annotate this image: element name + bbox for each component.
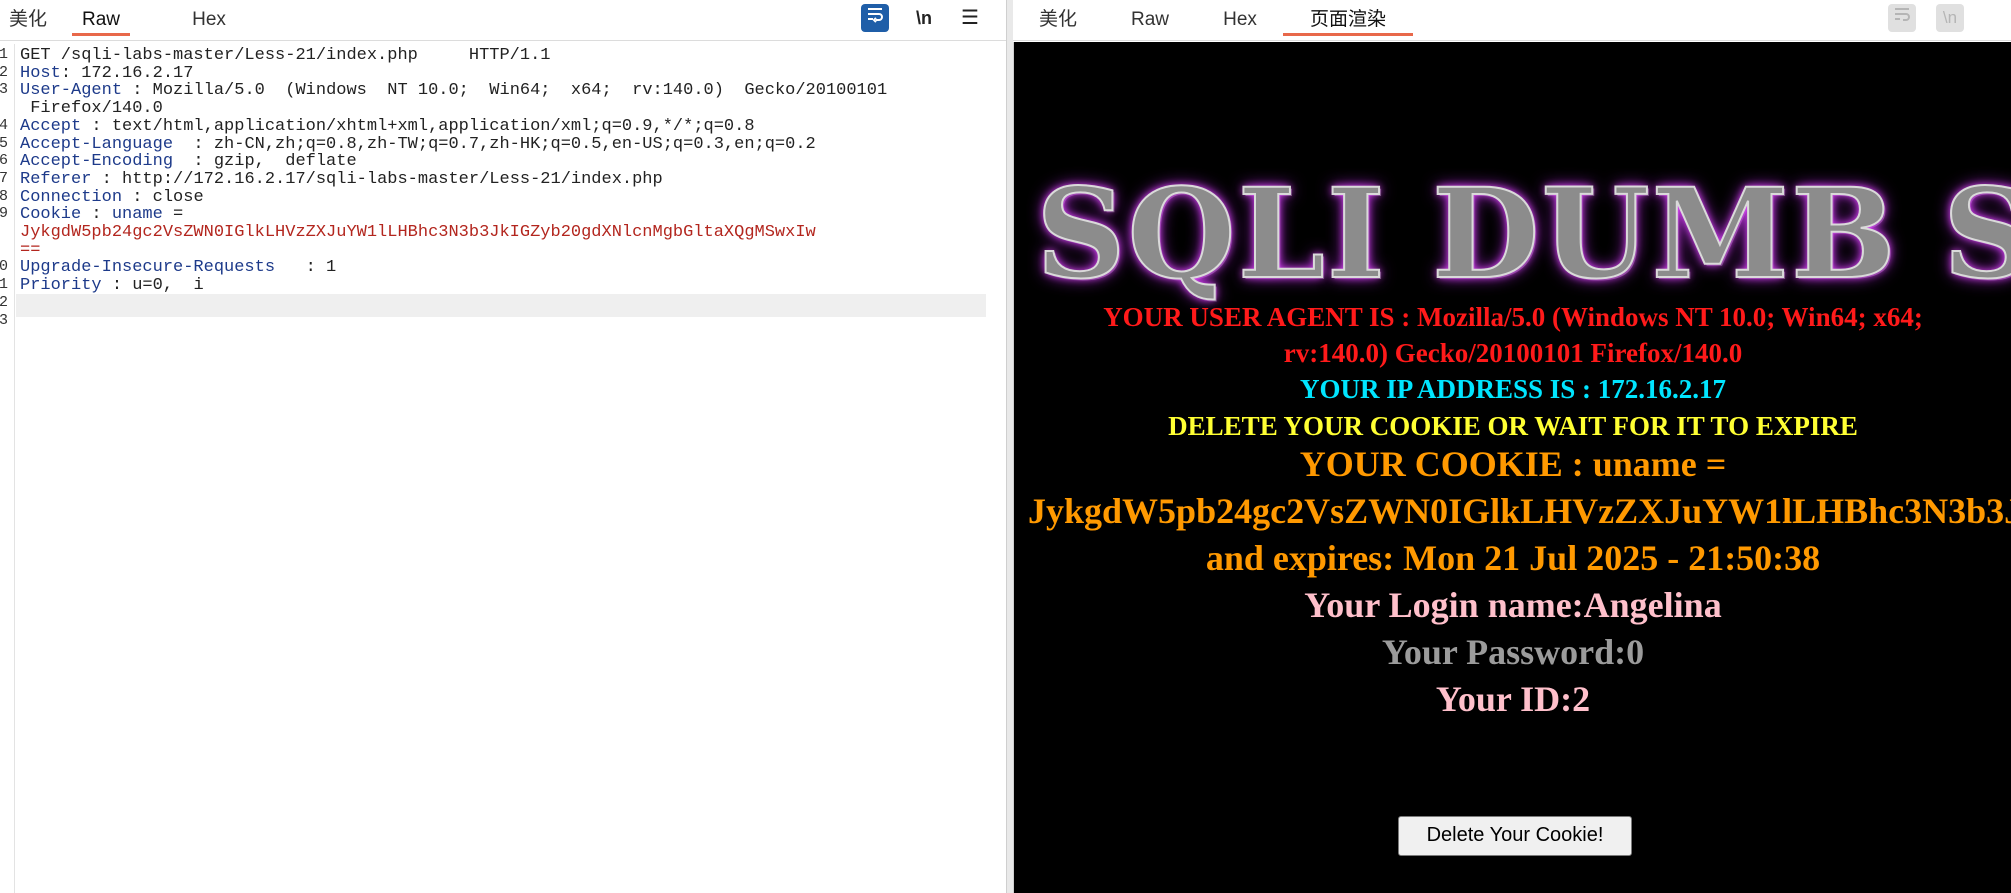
tab-render[interactable]: 页面渲染 xyxy=(1283,8,1413,36)
line-number: 5 xyxy=(0,134,8,152)
request-line: User-Agent : Mozilla/5.0 (Windows NT 10.… xyxy=(20,81,887,100)
line-text: Firefox/140.0 xyxy=(20,99,163,119)
header-name: Accept-Encoding xyxy=(20,152,174,172)
request-line: Accept-Language : zh-CN,zh;q=0.8,zh-TW;q… xyxy=(20,135,816,154)
sqli-dumb-banner: SQLI DUMB SERIES xyxy=(1035,161,2011,308)
wrap-lines-icon[interactable] xyxy=(861,4,889,32)
request-line: Cookie : uname = xyxy=(20,205,183,224)
tab-beautify[interactable]: 美化 xyxy=(1038,8,1078,36)
tab-hex[interactable]: Hex xyxy=(1216,8,1264,36)
tab-raw-label: Raw xyxy=(81,9,120,30)
user-agent-line-2: rv:140.0) Gecko/20100101 Firefox/140.0 xyxy=(1283,338,1743,368)
line-number: 9 xyxy=(0,205,8,223)
header-name: Host xyxy=(20,63,61,83)
tab-hex[interactable]: Hex xyxy=(185,8,233,36)
header-name: Upgrade-Insecure-Requests xyxy=(20,258,276,278)
header-name: Cookie xyxy=(20,205,82,225)
cookie-line-2: JykgdW5pb24gc2VsZWN0IGlkLHVzZXJuYW1lLHBh… xyxy=(1028,491,2011,531)
response-pane: 美化 Raw Hex 页面渲染 \n SQLI DUMB SERIES YOUR… xyxy=(1013,0,2011,893)
request-line: Connection : close xyxy=(20,188,204,207)
line-text: : gzip, deflate xyxy=(173,152,357,172)
line-number: 2 xyxy=(0,293,8,311)
request-line: Accept : text/html,application/xhtml+xml… xyxy=(20,117,755,136)
request-line: Upgrade-Insecure-Requests : 1 xyxy=(20,258,336,277)
response-tabbar: 美化 Raw Hex 页面渲染 \n xyxy=(1013,0,2011,41)
tab-raw[interactable]: Raw xyxy=(1126,8,1174,36)
user-agent-line-1: YOUR USER AGENT IS : Mozilla/5.0 (Window… xyxy=(1103,302,1923,332)
cookie-expires-text: and expires: Mon 21 Jul 2025 - 21:50:38 xyxy=(1205,538,1821,578)
show-newlines-icon[interactable]: \n xyxy=(1936,4,1964,32)
request-line: == xyxy=(20,241,40,260)
line-text: : text/html,application/xhtml+xml,applic… xyxy=(81,116,755,136)
tab-beautify[interactable]: 美化 xyxy=(8,8,48,36)
line-number: 8 xyxy=(0,187,8,205)
tab-raw[interactable]: Raw xyxy=(72,8,130,36)
header-name: Priority xyxy=(20,276,102,296)
request-line: Firefox/140.0 xyxy=(20,99,163,118)
line-number: 0 xyxy=(0,258,8,276)
line-text: : u=0, i xyxy=(101,276,204,296)
line-text: GET /sqli-labs-master/Less-21/index.php … xyxy=(20,46,551,65)
password-text: Your Password:0 xyxy=(1381,632,1645,672)
header-name: Accept-Language xyxy=(20,134,174,154)
request-line: GET /sqli-labs-master/Less-21/index.php … xyxy=(20,46,551,65)
request-tabbar: 美化 Raw Hex \n ☰ xyxy=(0,0,1006,41)
line-text: = xyxy=(162,205,184,225)
line-number: 7 xyxy=(0,169,8,187)
cookie-value: == xyxy=(20,240,41,260)
header-name: uname xyxy=(111,205,163,225)
line-number: 4 xyxy=(0,116,8,134)
login-name-text: Your Login name:Angelina xyxy=(1304,585,1722,625)
menu-icon[interactable]: ☰ xyxy=(956,4,984,32)
header-name: Connection xyxy=(20,187,123,207)
line-text: : zh-CN,zh;q=0.8,zh-TW;q=0.7,zh-HK;q=0.5… xyxy=(173,134,816,154)
line-number: 1 xyxy=(0,46,8,63)
active-tab-underline xyxy=(72,33,130,36)
line-number: 6 xyxy=(0,152,8,170)
line-number: 2 xyxy=(0,63,8,81)
user-id-text: Your ID:2 xyxy=(1435,679,1591,719)
request-pane: 美化 Raw Hex \n ☰ 1 GET /sqli-labs-master/L… xyxy=(0,0,1006,893)
header-name: User-Agent xyxy=(20,81,123,101)
header-name: Referer xyxy=(20,169,92,189)
line-number: 3 xyxy=(0,311,8,329)
line-number: 1 xyxy=(0,276,8,294)
request-line: Host: 172.16.2.17 xyxy=(20,64,193,83)
tab-render-label: 页面渲染 xyxy=(1309,9,1386,30)
show-newlines-icon[interactable]: \n xyxy=(910,4,938,32)
request-line: Priority : u=0, i xyxy=(20,276,204,295)
wrap-lines-icon[interactable] xyxy=(1888,4,1916,32)
request-editor[interactable]: 1 GET /sqli-labs-master/Less-21/index.php… xyxy=(0,44,1006,893)
line-text: : 172.16.2.17 xyxy=(60,63,194,83)
line-text: : Mozilla/5.0 (Windows NT 10.0; Win64; x… xyxy=(122,81,888,101)
cookie-line-1: YOUR COOKIE : uname = xyxy=(1299,444,1727,484)
current-line-highlight xyxy=(16,294,986,317)
request-line: JykgdW5pb24gc2VsZWN0IGlkLHVzZXJuYW1lLHBh… xyxy=(20,223,816,242)
line-text: : xyxy=(81,205,112,225)
line-number: 3 xyxy=(0,81,8,99)
line-text: : close xyxy=(122,187,204,207)
ip-address-text: YOUR IP ADDRESS IS : 172.16.2.17 xyxy=(1299,374,1727,404)
header-name: Accept xyxy=(20,116,82,136)
request-line: Referer : http://172.16.2.17/sqli-labs-m… xyxy=(20,170,663,189)
line-text: : http://172.16.2.17/sqli-labs-master/Le… xyxy=(91,169,663,189)
request-line: Accept-Encoding : gzip, deflate xyxy=(20,152,357,171)
active-tab-underline xyxy=(1283,33,1413,36)
cookie-value: JykgdW5pb24gc2VsZWN0IGlkLHVzZXJuYW1lLHBh… xyxy=(20,223,816,242)
delete-cookie-message: DELETE YOUR COOKIE OR WAIT FOR IT TO EXP… xyxy=(1168,411,1858,441)
delete-cookie-button[interactable]: Delete Your Cookie! xyxy=(1398,816,1632,856)
rendered-page: SQLI DUMB SERIES YOUR USER AGENT IS : Mo… xyxy=(1013,42,2011,893)
line-text: : 1 xyxy=(275,258,337,278)
